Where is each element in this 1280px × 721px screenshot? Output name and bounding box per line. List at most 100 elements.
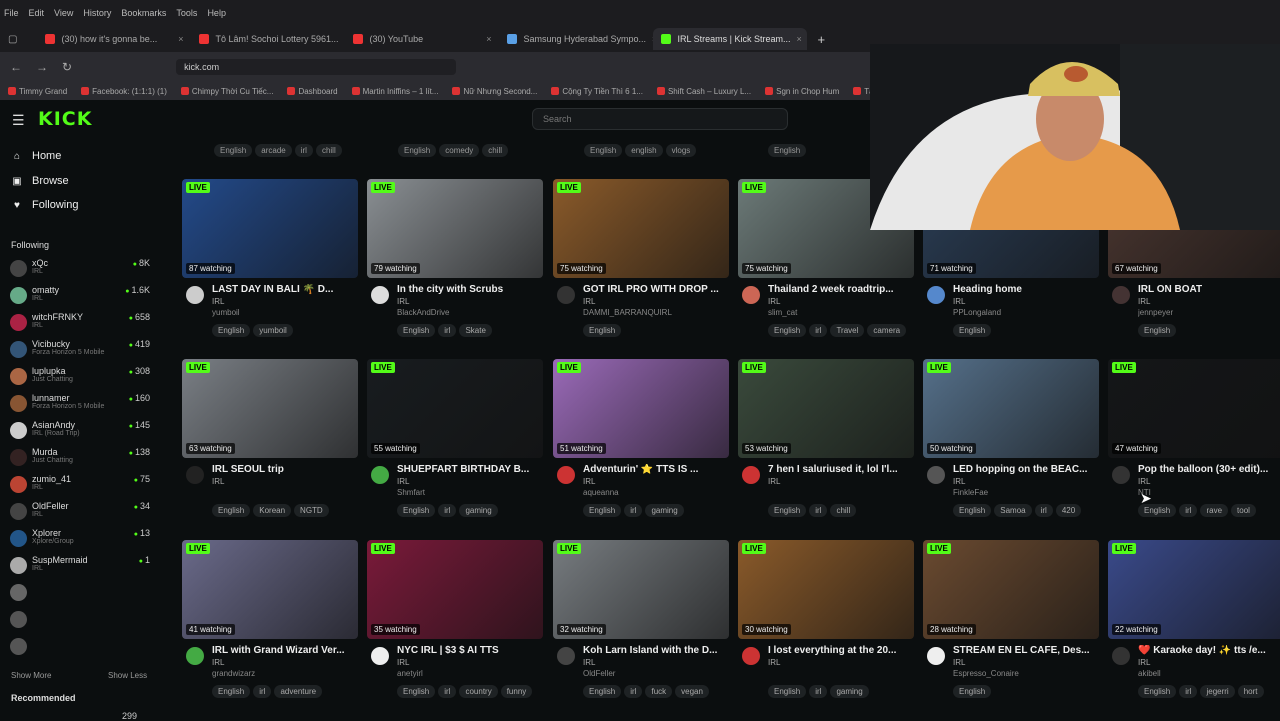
following-channel[interactable]: VicibuckyForza Horizon 5 Mobile 419	[10, 339, 150, 366]
following-channel[interactable]: lunnamerForza Horizon 5 Mobile 160	[10, 393, 150, 420]
tag-chip[interactable]: 420	[1055, 504, 1082, 517]
tag-chip[interactable]: irl	[809, 504, 828, 517]
show-more-link[interactable]: Show More	[11, 671, 51, 680]
tag-chip[interactable]: English	[953, 685, 992, 698]
stream-category[interactable]: IRL	[583, 658, 595, 667]
menu-item[interactable]: Edit	[29, 8, 45, 18]
stream-thumbnail[interactable]: LIVE 35 watching	[367, 540, 543, 639]
tag-chip[interactable]: vegan	[675, 685, 709, 698]
tag-chip[interactable]: irl	[438, 324, 457, 337]
tag-chip[interactable]: English	[212, 504, 251, 517]
streamer-avatar[interactable]	[742, 647, 760, 665]
tag-chip[interactable]: English	[953, 504, 992, 517]
stream-title[interactable]: Thailand 2 week roadtrip...	[768, 284, 914, 295]
tag-chip[interactable]: English	[768, 144, 807, 157]
tag-chip[interactable]: English	[212, 324, 251, 337]
tag-chip[interactable]: Korean	[253, 504, 292, 517]
stream-title[interactable]: IRL ON BOAT	[1138, 284, 1280, 295]
streamer-name[interactable]: FinkleFae	[953, 488, 1093, 497]
close-tab-icon[interactable]: ×	[178, 34, 183, 44]
tag-chip[interactable]: funny	[500, 685, 533, 698]
stream-title[interactable]: STREAM EN EL CAFE, Des...	[953, 645, 1099, 656]
hamburger-menu-icon[interactable]: ☰	[12, 112, 25, 129]
tag-chip[interactable]: English	[1138, 685, 1177, 698]
tag-chip[interactable]: English	[397, 324, 436, 337]
tag-chip[interactable]: tool	[1231, 504, 1256, 517]
following-channel[interactable]: AsianAndyIRL (Road Trip) 145	[10, 420, 150, 447]
stream-title[interactable]: LED hopping on the BEAC...	[953, 464, 1099, 475]
streamer-avatar[interactable]	[371, 647, 389, 665]
tag-chip[interactable]: gaming	[645, 504, 684, 517]
tag-chip[interactable]: English	[583, 504, 622, 517]
tag-chip[interactable]: English	[583, 685, 622, 698]
stream-card[interactable]: LIVE 79 watching In the city with Scrubs IR…	[367, 179, 543, 337]
stream-card[interactable]: LIVE 50 watching LED hopping on the BEAC..…	[923, 359, 1099, 517]
streamer-name[interactable]: OldFeller	[583, 669, 723, 678]
stream-thumbnail[interactable]: LIVE 55 watching	[367, 359, 543, 458]
stream-title[interactable]: Pop the balloon (30+ edit)...	[1138, 464, 1280, 475]
stream-category[interactable]: IRL	[212, 658, 224, 667]
tag-chip[interactable]: irl	[253, 685, 272, 698]
streamer-name[interactable]: anetyirl	[397, 669, 537, 678]
tag-chip[interactable]: chill	[482, 144, 509, 157]
bookmark-item[interactable]: Shift Cash – Luxury L...	[656, 87, 751, 96]
stream-thumbnail[interactable]: LIVE 63 watching	[182, 359, 358, 458]
streamer-avatar[interactable]	[742, 466, 760, 484]
stream-card[interactable]: LIVE 87 watching LAST DAY IN BALI 🌴 D... IR…	[182, 179, 358, 337]
stream-category[interactable]: IRL	[397, 297, 409, 306]
stream-card[interactable]: LIVE 51 watching Adventurin' ⭐ TTS IS ... I…	[553, 359, 729, 517]
following-channel[interactable]	[10, 609, 150, 636]
stream-thumbnail[interactable]: LIVE 75 watching	[553, 179, 729, 278]
bookmark-item[interactable]: Cộng Ty Tiền Thì 6 1...	[551, 87, 643, 96]
tag-chip[interactable]: camera	[867, 324, 907, 337]
tag-chip[interactable]: irl	[624, 685, 643, 698]
tag-chip[interactable]: adventure	[274, 685, 323, 698]
stream-card[interactable]: LIVE 41 watching IRL with Grand Wizard Ver…	[182, 540, 358, 698]
following-channel[interactable]: luplupkaJust Chatting 308	[10, 366, 150, 393]
tag-chip[interactable]: English	[584, 144, 623, 157]
new-tab-icon[interactable]: +	[817, 32, 825, 47]
streamer-name[interactable]: NTI	[1138, 488, 1278, 497]
streamer-avatar[interactable]	[557, 286, 575, 304]
tag-chip[interactable]: Skate	[459, 324, 492, 337]
tag-chip[interactable]: English	[397, 504, 436, 517]
streamer-avatar[interactable]	[186, 647, 204, 665]
stream-card[interactable]: LIVE 35 watching NYC IRL | $3 $ AI TTS IRL a…	[367, 540, 543, 698]
stream-thumbnail[interactable]: LIVE 50 watching	[923, 359, 1099, 458]
streamer-name[interactable]: BlackAndDrive	[397, 308, 537, 317]
tag-chip[interactable]: yumboil	[253, 324, 293, 337]
search-input[interactable]: Search	[532, 108, 788, 130]
following-channel[interactable]: MurdaJust Chatting 138	[10, 447, 150, 474]
stream-category[interactable]: IRL	[768, 297, 780, 306]
bookmark-item[interactable]: Nữ Nhưng Second...	[452, 87, 537, 96]
following-channel[interactable]: omattyIRL 1.6K	[10, 285, 150, 312]
stream-thumbnail[interactable]: LIVE 51 watching	[553, 359, 729, 458]
tag-chip[interactable]: english	[625, 144, 663, 157]
streamer-avatar[interactable]	[371, 286, 389, 304]
nav-following[interactable]: ♥ Following	[11, 199, 78, 211]
tag-chip[interactable]: English	[1138, 324, 1177, 337]
menu-item[interactable]: View	[54, 8, 73, 18]
tag-chip[interactable]: irl	[809, 324, 828, 337]
tag-chip[interactable]: Samoa	[994, 504, 1032, 517]
stream-title[interactable]: Heading home	[953, 284, 1099, 295]
tag-chip[interactable]: irl	[1179, 504, 1198, 517]
streamer-avatar[interactable]	[1112, 647, 1130, 665]
tag-chip[interactable]: irl	[1179, 685, 1198, 698]
stream-card[interactable]: LIVE 55 watching SHUEPFART BIRTHDAY B... IR…	[367, 359, 543, 517]
menu-item[interactable]: File	[4, 8, 19, 18]
browser-tab[interactable]: Samsung Hyderabad Sympo...×	[499, 28, 653, 50]
browser-tab[interactable]: (30) YouTube ×	[345, 28, 499, 50]
tag-chip[interactable]: English	[768, 504, 807, 517]
stream-category[interactable]: IRL	[768, 477, 780, 486]
tag-chip[interactable]: Travel	[830, 324, 865, 337]
tag-chip[interactable]: chill	[830, 504, 857, 517]
streamer-avatar[interactable]	[927, 647, 945, 665]
stream-category[interactable]: IRL	[583, 297, 595, 306]
stream-thumbnail[interactable]: LIVE 41 watching	[182, 540, 358, 639]
tag-chip[interactable]: English	[768, 685, 807, 698]
stream-card[interactable]: LIVE 53 watching 7 hen I saluriused it, lo…	[738, 359, 914, 517]
stream-category[interactable]: IRL	[953, 477, 965, 486]
forward-icon[interactable]: →	[36, 60, 48, 74]
streamer-avatar[interactable]	[742, 286, 760, 304]
